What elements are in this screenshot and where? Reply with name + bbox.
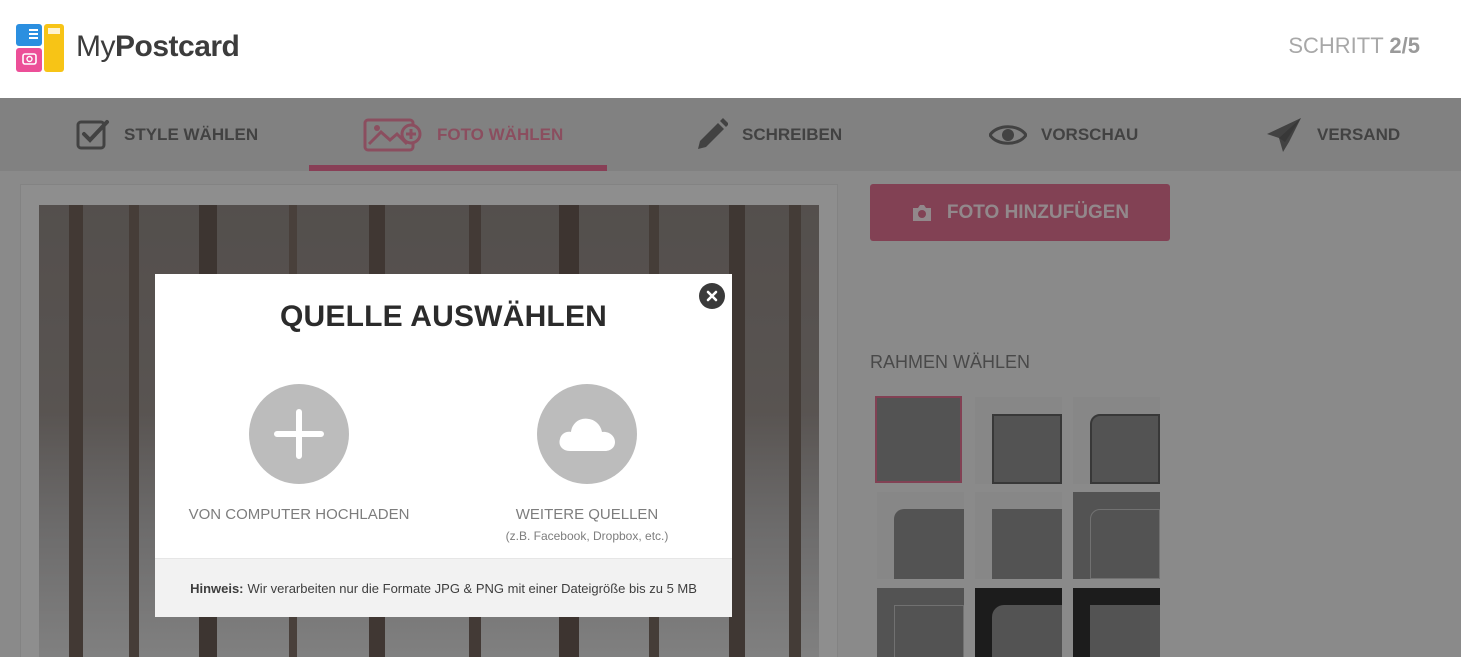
more-sources-option[interactable]: WEITERE QUELLEN (z.B. Facebook, Dropbox,… — [457, 384, 717, 543]
hint-text: Wir verarbeiten nur die Formate JPG & PN… — [247, 580, 697, 596]
hint-bar: Hinweis: Wir verarbeiten nur die Formate… — [155, 558, 732, 617]
more-sources-label: WEITERE QUELLEN — [515, 506, 659, 523]
upload-label: VON COMPUTER HOCHLADEN — [188, 506, 410, 523]
plus-icon — [274, 409, 324, 459]
source-select-modal: QUELLE AUSWÄHLEN VON COMPUTER HOCHLADEN … — [155, 274, 732, 617]
brand-name[interactable]: MyPostcard — [76, 30, 240, 64]
step-value: 2/5 — [1389, 33, 1420, 58]
upload-circle — [249, 384, 349, 484]
upload-from-computer-option[interactable]: VON COMPUTER HOCHLADEN — [169, 384, 429, 523]
brand-prefix: My — [76, 30, 116, 63]
header: MyPostcard SCHRITT 2/5 — [0, 0, 1461, 98]
close-modal-button[interactable] — [699, 283, 725, 309]
close-icon — [706, 290, 718, 302]
modal-title: QUELLE AUSWÄHLEN — [279, 300, 608, 333]
more-sources-sub: (z.B. Facebook, Dropbox, etc.) — [505, 529, 669, 543]
brand-bold: Postcard — [115, 30, 240, 63]
hint-label: Hinweis: — [190, 580, 244, 596]
step-label: SCHRITT — [1288, 33, 1384, 58]
cloud-circle — [537, 384, 637, 484]
mypostcard-logo[interactable] — [16, 24, 64, 72]
step-indicator: SCHRITT 2/5 — [1288, 33, 1420, 59]
cloud-icon — [559, 418, 615, 451]
